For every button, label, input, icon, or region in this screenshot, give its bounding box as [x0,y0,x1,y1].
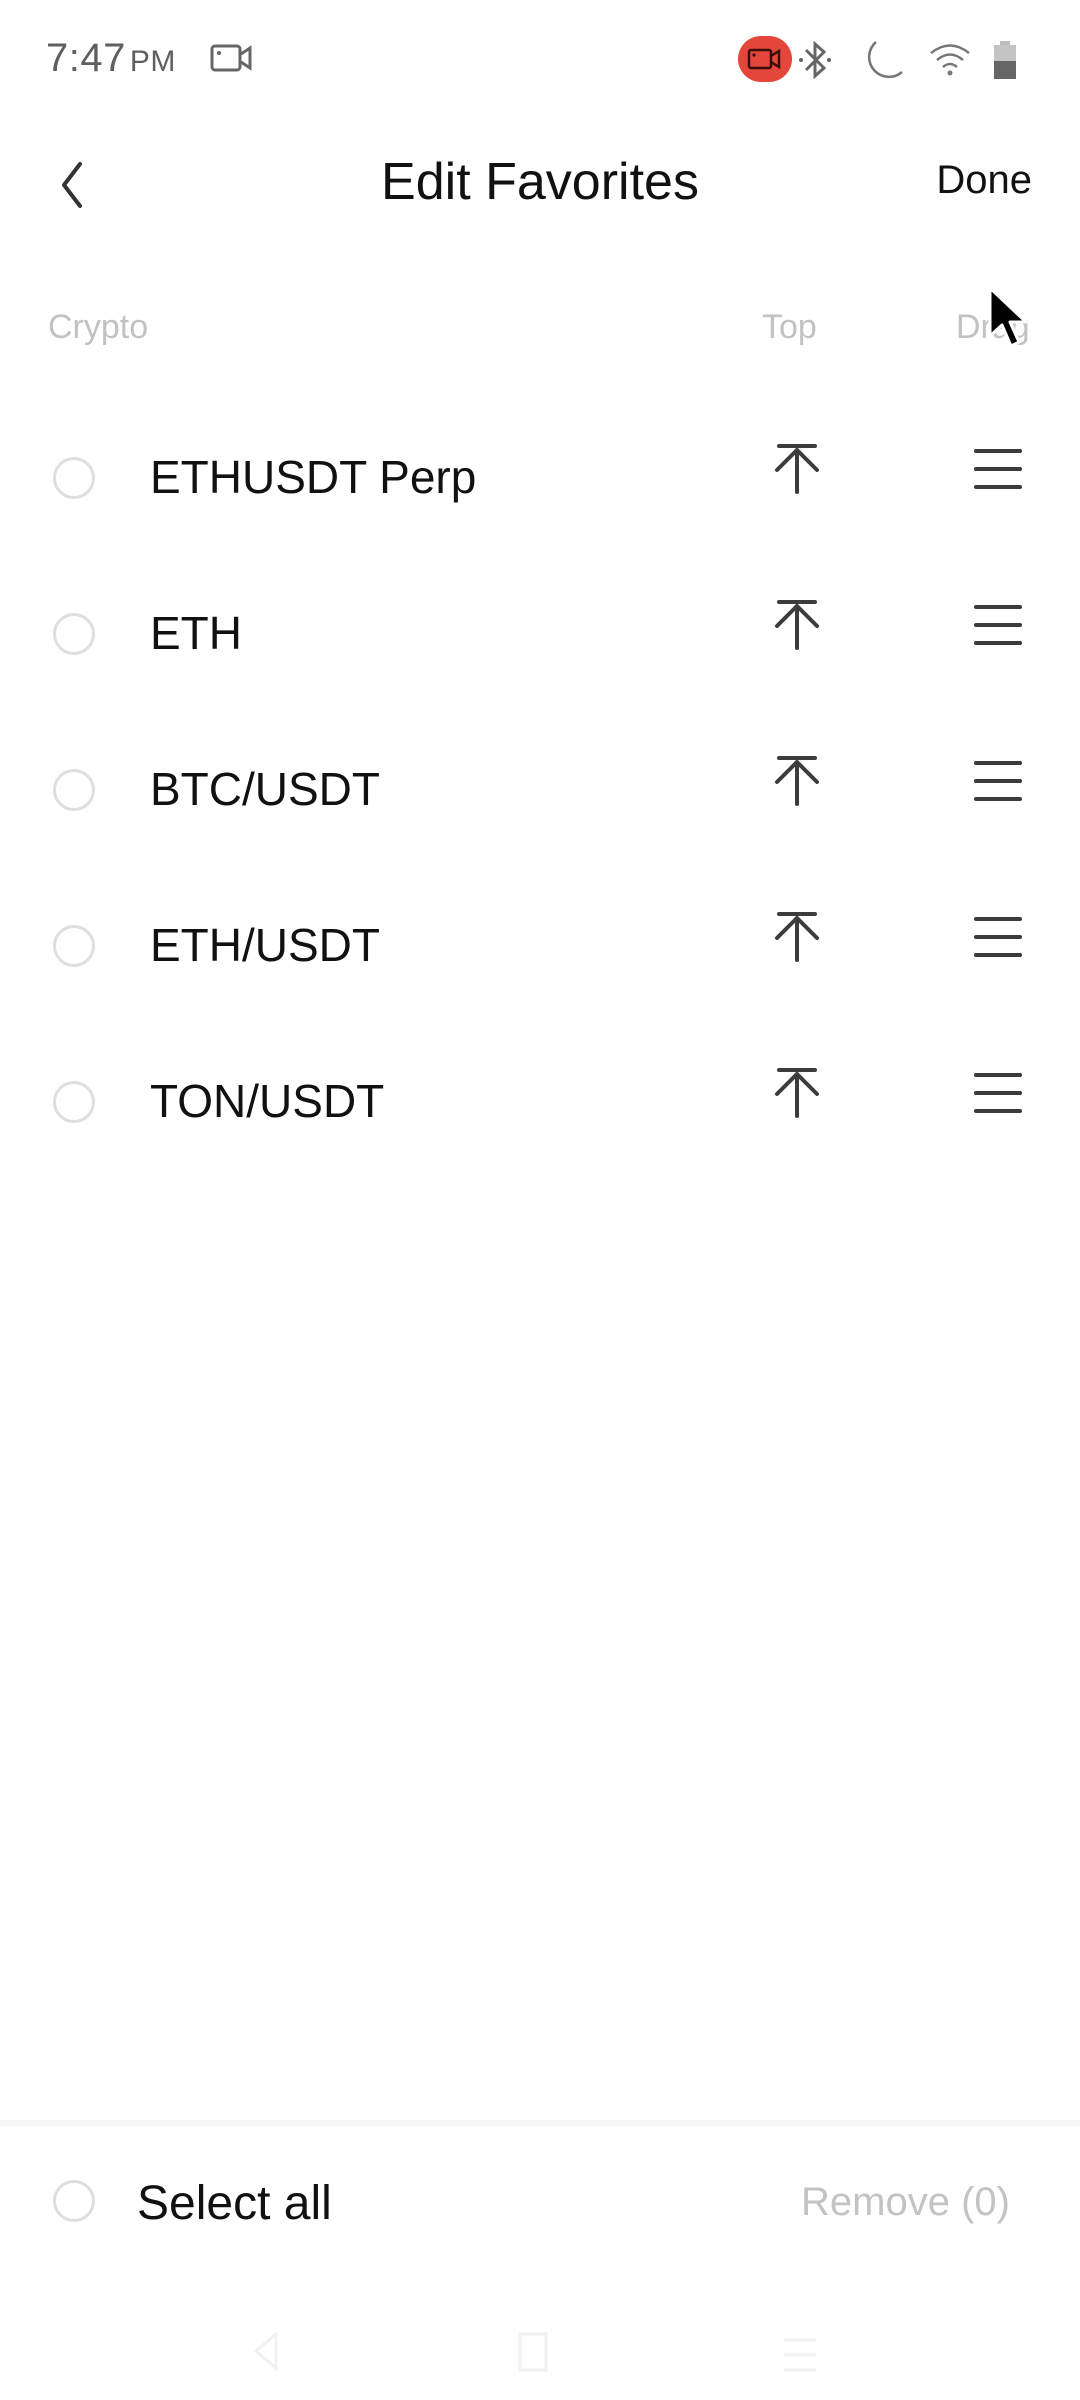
list-item: ETH [0,556,1080,712]
nav-back-button[interactable] [246,2328,286,2374]
move-to-top-button[interactable] [770,1060,824,1126]
select-all-label: Select all [137,2177,332,2230]
bottom-action-bar: Select all Remove (0) [0,2126,1080,2276]
select-checkbox[interactable] [53,925,95,967]
wifi-icon [930,44,970,76]
favorites-list: ETHUSDT Perp ETH BTC/USDT ETH/USDT TON/U… [0,400,1080,1180]
drag-handle[interactable] [970,436,1026,502]
page-title: Edit Favorites [381,153,699,211]
column-top-label: Top [762,308,817,346]
move-to-top-button[interactable] [770,904,824,970]
move-to-top-icon [775,600,819,650]
move-to-top-icon [775,444,819,494]
column-crypto-label: Crypto [48,308,149,346]
drag-handle-icon [974,1073,1022,1113]
drag-handle-icon [974,917,1022,957]
back-triangle-icon [253,2330,278,2372]
bluetooth-icon [799,40,831,80]
select-checkbox[interactable] [53,769,95,811]
favorite-name: ETH [150,607,242,659]
move-to-top-button[interactable] [770,592,824,658]
list-item: TON/USDT [0,1024,1080,1180]
favorite-name: BTC/USDT [150,763,380,815]
drag-handle-icon [974,605,1022,645]
drag-handle-icon [974,449,1022,489]
done-button[interactable]: Done [936,158,1032,203]
favorite-name: ETH/USDT [150,919,380,971]
select-checkbox[interactable] [53,1081,95,1123]
move-to-top-icon [775,912,819,962]
recording-active-icon [747,48,781,70]
home-square-icon [518,2332,548,2372]
remove-button[interactable]: Remove (0) [801,2180,1010,2225]
list-item: BTC/USDT [0,712,1080,868]
move-to-top-button[interactable] [770,748,824,814]
status-bar: 7:47 PM [0,0,1080,120]
status-time-ampm: PM [129,45,176,78]
system-nav-bar [0,2290,1080,2400]
list-item: ETHUSDT Perp [0,400,1080,556]
select-checkbox[interactable] [53,613,95,655]
recording-active-badge [738,36,792,82]
move-to-top-icon [775,756,819,806]
favorite-name: TON/USDT [150,1075,385,1127]
drag-handle[interactable] [970,904,1026,970]
list-item: ETH/USDT [0,868,1080,1024]
recents-menu-icon [784,2338,816,2372]
column-drag-label: Drag [956,308,1030,346]
screen-record-icon [210,44,252,72]
battery-icon [994,41,1016,79]
status-time-value: 7:47 [46,36,126,80]
move-to-top-icon [775,1068,819,1118]
select-checkbox[interactable] [53,457,95,499]
drag-handle[interactable] [970,748,1026,814]
drag-handle[interactable] [970,592,1026,658]
favorite-name: ETHUSDT Perp [150,451,477,503]
select-all-checkbox[interactable] [53,2180,95,2222]
app-header: Edit Favorites Done [0,130,1080,240]
status-time: 7:47 PM [46,36,176,81]
drag-handle-icon [974,761,1022,801]
column-header: Crypto Top Drag [0,300,1080,360]
drag-handle[interactable] [970,1060,1026,1126]
nav-home-button[interactable] [514,2328,554,2374]
do-not-disturb-moon-icon [867,41,903,79]
nav-recents-button[interactable] [780,2328,820,2374]
move-to-top-button[interactable] [770,436,824,502]
